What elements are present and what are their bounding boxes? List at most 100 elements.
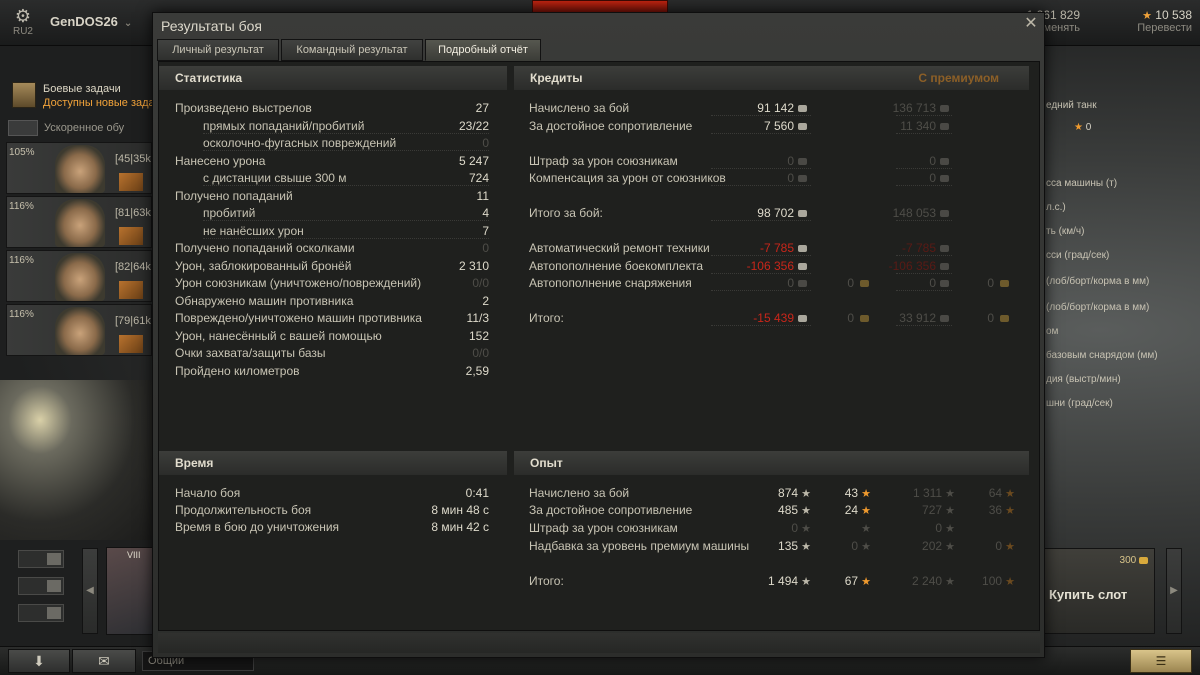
- premium-credit-amount: 0: [929, 276, 936, 290]
- row-divider: [896, 290, 952, 291]
- premium-free-xp-amount: 100: [982, 574, 1003, 588]
- row-divider: [711, 133, 811, 134]
- premium-gold-value: 0: [959, 276, 1009, 290]
- chat-button[interactable]: ✉: [72, 649, 136, 673]
- xp-amount: 874: [778, 486, 799, 500]
- time-value: 8 мин 42 с: [431, 520, 489, 534]
- premium-credit-value: 0: [859, 171, 949, 185]
- close-button[interactable]: ✕: [1022, 15, 1040, 33]
- credit-amount: 0: [787, 171, 794, 185]
- stat-value: 11/3: [466, 311, 489, 325]
- gold-star-icon: ★: [861, 523, 871, 535]
- row-divider: [203, 150, 489, 151]
- menu-icon: ☰: [1155, 654, 1167, 668]
- crew-portrait: [55, 199, 105, 247]
- star-icon: ★: [798, 541, 811, 553]
- tasks-subtitle: Доступны новые задачи: [43, 97, 167, 109]
- tab-personal[interactable]: Личный результат: [157, 39, 279, 61]
- premium-credit-amount: -106 356: [888, 259, 936, 273]
- tank-card[interactable]: VIII: [106, 547, 154, 635]
- row-divider: [896, 273, 952, 274]
- premium-free-xp-amount: 64: [988, 486, 1003, 500]
- carousel-right-arrow[interactable]: ▶: [1166, 548, 1182, 634]
- credits-icon: [798, 263, 807, 271]
- credit-value: 0: [719, 154, 807, 168]
- premium-header: С премиумом: [918, 71, 999, 85]
- premium-gold-value: 0: [959, 311, 1009, 325]
- credit-amount: 0: [787, 154, 794, 168]
- free-xp-transfer[interactable]: ★ 10 538 Перевести: [1082, 8, 1192, 40]
- tab-detailed[interactable]: Подробный отчёт: [425, 39, 541, 61]
- crew-card[interactable]: 116% [82|64k: [6, 250, 152, 302]
- download-button[interactable]: ⬇: [8, 649, 70, 673]
- credit-label: Автопополнение боекомплекта: [529, 259, 703, 273]
- star-icon: ★: [942, 541, 955, 553]
- star-icon: ★: [798, 523, 811, 535]
- xp-action: Перевести: [1137, 22, 1192, 34]
- xp-amount: 135: [778, 539, 799, 553]
- xp-header: Опыт: [514, 451, 1029, 475]
- credit-amount: 91 142: [757, 101, 794, 115]
- chevron-down-icon: ⌄: [123, 18, 133, 29]
- settings-button[interactable]: ⚙ RU2: [8, 6, 38, 42]
- credits-icon: [940, 123, 949, 131]
- row-divider: [711, 273, 811, 274]
- premium-credit-amount: 33 912: [899, 311, 936, 325]
- type-filter[interactable]: [18, 577, 64, 595]
- time-value: 8 мин 48 с: [431, 503, 489, 517]
- chevron-down-icon: [47, 553, 61, 565]
- star-icon: ★: [798, 488, 811, 500]
- spec-line: сси (град/сек): [1046, 250, 1110, 261]
- accel-label: Ускоренное обу: [44, 121, 125, 134]
- free-xp-amount: 67: [844, 574, 859, 588]
- credit-amount: -15 439: [753, 311, 794, 325]
- row-divider: [203, 237, 489, 239]
- tab-team[interactable]: Командный результат: [281, 39, 423, 61]
- spec-line: базовым снарядом (мм): [1046, 350, 1158, 361]
- premium-credit-value: 136 713: [859, 101, 949, 115]
- crew-toggle[interactable]: [8, 120, 38, 136]
- spec-line: ом: [1046, 326, 1059, 337]
- crew-stat: [79|61k: [115, 315, 151, 327]
- tank-specs-panel: едний танк ★ 0 сса машины (т) л.с.) ть (…: [1044, 96, 1200, 426]
- crew-percent: 116%: [9, 201, 34, 212]
- credit-label: За достойное сопротивление: [529, 119, 693, 133]
- player-name[interactable]: GenDOS26 ⌄: [50, 14, 132, 29]
- spec-line: ть (км/ч): [1046, 226, 1085, 237]
- crew-card[interactable]: 105% [45|35k: [6, 142, 152, 194]
- carousel-left-arrow[interactable]: ◀: [82, 548, 98, 634]
- menu-button[interactable]: ☰: [1130, 649, 1192, 673]
- premium-credit-amount: 148 053: [892, 206, 936, 220]
- accelerated-training[interactable]: Ускоренное обу: [8, 120, 153, 138]
- credit-label: Автоматический ремонт техники: [529, 241, 710, 255]
- star-icon: ★: [942, 488, 955, 500]
- crew-card[interactable]: 116% [81|63k: [6, 196, 152, 248]
- xp-label: Начислено за бой: [529, 486, 630, 500]
- battle-tasks[interactable]: Боевые задачи Доступны новые задачи: [10, 80, 166, 114]
- crew-portrait: [55, 253, 105, 301]
- credit-value: 0: [719, 171, 807, 185]
- row-divider: [896, 133, 952, 134]
- credits-icon: [940, 105, 949, 113]
- time-label: Время в бою до уничтожения: [175, 520, 340, 534]
- close-icon: ✕: [1024, 15, 1038, 32]
- spec-line: дия (выстр/мин): [1046, 374, 1121, 385]
- xp-value: 485 ★: [739, 503, 811, 517]
- ready-filter[interactable]: [18, 604, 64, 622]
- buy-slot-card[interactable]: 300 Купить слот: [1043, 548, 1155, 634]
- battle-results-window: Результаты боя ✕ Личный результат Команд…: [152, 12, 1045, 658]
- crew-card[interactable]: 116% [79|61k: [6, 304, 152, 356]
- spec-line: (лоб/борт/корма в мм): [1046, 276, 1150, 287]
- star-icon: ★: [942, 523, 955, 535]
- premium-credit-amount: 0: [929, 171, 936, 185]
- row-divider: [896, 325, 952, 326]
- credits-icon: [940, 175, 949, 183]
- spec-line: л.с.): [1046, 202, 1066, 213]
- credits-icon: [798, 245, 807, 253]
- credits-icon: [798, 123, 807, 131]
- xp-label: Надбавка за уровень премиум машины: [529, 539, 750, 553]
- premium-xp-value: 0 ★: [879, 521, 955, 535]
- rank-icon: [119, 227, 143, 245]
- gold-star-icon: ★: [858, 488, 871, 500]
- nation-filter[interactable]: [18, 550, 64, 568]
